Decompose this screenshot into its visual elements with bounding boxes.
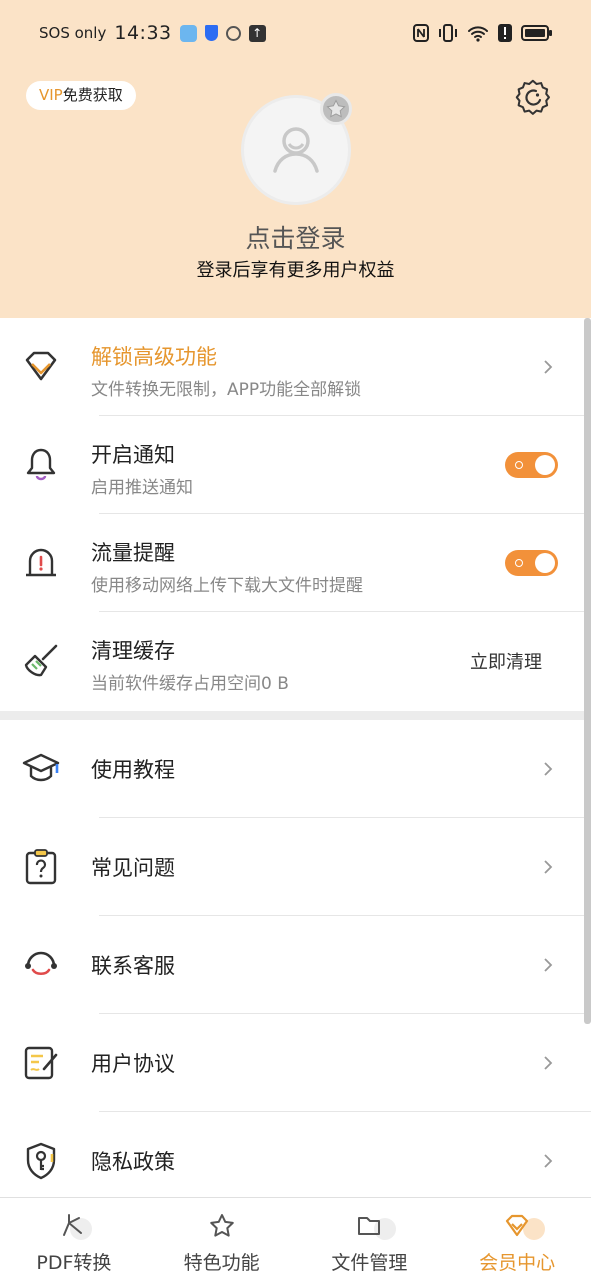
tab-label: 文件管理: [331, 1252, 408, 1274]
section-divider: [0, 711, 591, 720]
chevron-right-icon: [544, 860, 553, 874]
document-edit-icon: [21, 1043, 61, 1083]
customer-service-title: 联系客服: [91, 954, 175, 978]
user-placeholder-icon: [273, 127, 319, 173]
folder-icon: [358, 1217, 381, 1235]
unlock-premium-row[interactable]: 解锁高级功能 文件转换无限制，APP功能全部解锁: [0, 318, 591, 416]
login-title[interactable]: 点击登录: [0, 219, 591, 255]
question-clipboard-icon: [21, 847, 61, 887]
scrollbar[interactable]: [584, 318, 591, 1024]
headset-icon: [21, 945, 61, 985]
weather-app-icon: [179, 24, 197, 42]
data-usage-alert-subtitle: 使用移动网络上传下载大文件时提醒: [91, 576, 363, 596]
clear-cache-subtitle: 当前软件缓存占用空间0 B: [91, 674, 289, 694]
graduation-cap-icon: [21, 749, 61, 789]
chevron-right-icon: [544, 1154, 553, 1168]
login-subtitle: 登录后享有更多用户权益: [196, 260, 395, 281]
tab-file-manager[interactable]: 文件管理: [296, 1198, 444, 1280]
convert-icon: [62, 1214, 82, 1236]
broom-icon: [21, 641, 61, 681]
customer-service-row[interactable]: 联系客服: [0, 916, 591, 1014]
tab-pdf-convert[interactable]: PDF转换: [0, 1198, 148, 1280]
bell-icon: [21, 445, 61, 485]
star-icon: [209, 1214, 234, 1237]
data-usage-alert-row: 流量提醒 使用移动网络上传下载大文件时提醒: [0, 514, 591, 612]
clock: 14:33: [114, 22, 172, 44]
wifi-icon: [468, 26, 488, 42]
data-usage-alert-title: 流量提醒: [91, 541, 175, 565]
user-agreement-row[interactable]: 用户协议: [0, 1014, 591, 1112]
clear-now-button[interactable]: 立即清理: [470, 648, 542, 674]
vip-label: VIP: [39, 86, 63, 104]
bottom-navigation: PDF转换 特色功能 文件管理 会员中心: [0, 1197, 591, 1280]
chevron-right-icon: [544, 958, 553, 972]
upload-icon: ↑: [248, 24, 266, 42]
gear-icon: [515, 79, 550, 115]
clear-cache-title: 清理缓存: [91, 639, 175, 663]
unlock-premium-subtitle: 文件转换无限制，APP功能全部解锁: [91, 380, 362, 400]
nfc-icon: [413, 24, 429, 42]
tab-featured[interactable]: 特色功能: [148, 1198, 296, 1280]
chevron-right-icon: [544, 762, 553, 776]
notification-subtitle: 启用推送通知: [91, 478, 193, 498]
tutorial-row[interactable]: 使用教程: [0, 720, 591, 818]
faq-row[interactable]: 常见问题: [0, 818, 591, 916]
tab-label: PDF转换: [36, 1252, 112, 1274]
carrier-text: SOS only: [39, 24, 107, 42]
alert-icon: [21, 543, 61, 583]
profile-header: SOS only 14:33 ↑ VIP免费获取 点击登录 登录后享有更多用户权…: [0, 0, 591, 318]
star-badge-icon: [326, 99, 346, 118]
tab-member-center[interactable]: 会员中心: [443, 1198, 591, 1280]
settings-gear-button[interactable]: [514, 78, 552, 116]
alarm-icon: [225, 25, 241, 41]
status-bar: SOS only 14:33 ↑: [0, 0, 591, 66]
privacy-policy-row[interactable]: 隐私政策: [0, 1112, 591, 1210]
tab-label: 特色功能: [183, 1252, 260, 1274]
member-badge: [320, 93, 352, 125]
diamond-icon: [21, 347, 61, 387]
privacy-policy-title: 隐私政策: [91, 1150, 175, 1174]
tutorial-title: 使用教程: [91, 758, 175, 782]
member-diamond-icon: [506, 1214, 529, 1237]
alert-small-icon: [498, 24, 512, 42]
vibrate-icon: [439, 24, 457, 42]
chevron-right-icon: [544, 360, 553, 374]
battery-icon: [521, 25, 552, 41]
data-usage-alert-toggle[interactable]: [505, 550, 558, 576]
clear-cache-row: 清理缓存 当前软件缓存占用空间0 B 立即清理: [0, 612, 591, 710]
faq-title: 常见问题: [91, 856, 175, 880]
notification-toggle[interactable]: [505, 452, 558, 478]
notification-title: 开启通知: [91, 443, 175, 467]
notification-row: 开启通知 启用推送通知: [0, 416, 591, 514]
tab-label: 会员中心: [479, 1252, 556, 1274]
shield-key-icon: [21, 1141, 61, 1181]
chevron-right-icon: [544, 1056, 553, 1070]
security-app-icon: [204, 25, 218, 41]
vip-free-button[interactable]: VIP免费获取: [26, 81, 136, 110]
user-agreement-title: 用户协议: [91, 1052, 175, 1076]
vip-free-label: 免费获取: [62, 86, 123, 104]
unlock-premium-title: 解锁高级功能: [91, 345, 217, 369]
